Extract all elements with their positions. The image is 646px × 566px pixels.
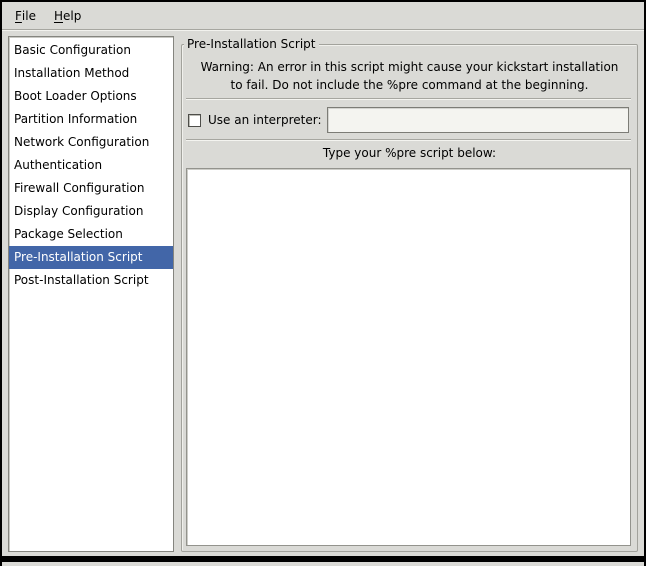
sidebar-item[interactable]: Firewall Configuration — [9, 177, 173, 200]
interpreter-entry[interactable] — [327, 107, 630, 133]
sidebar-item[interactable]: Partition Information — [9, 108, 173, 131]
warning-text: Warning: An error in this script might c… — [182, 58, 637, 94]
sidebar-item[interactable]: Display Configuration — [9, 200, 173, 223]
kickstart-configurator-window: File Help Basic Configuration Installati… — [0, 0, 646, 566]
sidebar-item[interactable]: Pre-Installation Script — [9, 246, 173, 269]
menubar: File Help — [2, 2, 644, 30]
use-interpreter-label: Use an interpreter: — [208, 113, 322, 127]
sidebar-item[interactable]: Basic Configuration — [9, 39, 173, 62]
warning-line-1: Warning: An error in this script might c… — [182, 58, 637, 76]
section-list: Basic Configuration Installation Method … — [8, 36, 174, 552]
sidebar-item[interactable]: Post-Installation Script — [9, 269, 173, 292]
menu-help[interactable]: Help — [45, 2, 90, 29]
window-bottom-edge — [2, 556, 644, 562]
frame-title: Pre-Installation Script — [184, 37, 319, 52]
use-interpreter-checkbox[interactable] — [188, 114, 201, 127]
sidebar-item[interactable]: Installation Method — [9, 62, 173, 85]
pre-script-textarea[interactable] — [186, 168, 631, 546]
script-area-label: Type your %pre script below: — [182, 146, 637, 160]
interpreter-row: Use an interpreter: — [188, 107, 629, 133]
sidebar-item[interactable]: Boot Loader Options — [9, 85, 173, 108]
separator — [186, 98, 631, 100]
sidebar-item[interactable]: Network Configuration — [9, 131, 173, 154]
sidebar-item[interactable]: Package Selection — [9, 223, 173, 246]
menu-file[interactable]: File — [6, 2, 45, 29]
separator — [186, 139, 631, 141]
pre-installation-script-frame: Pre-Installation Script Warning: An erro… — [181, 44, 638, 552]
warning-line-2: to fail. Do not include the %pre command… — [182, 76, 637, 94]
sidebar-item[interactable]: Authentication — [9, 154, 173, 177]
